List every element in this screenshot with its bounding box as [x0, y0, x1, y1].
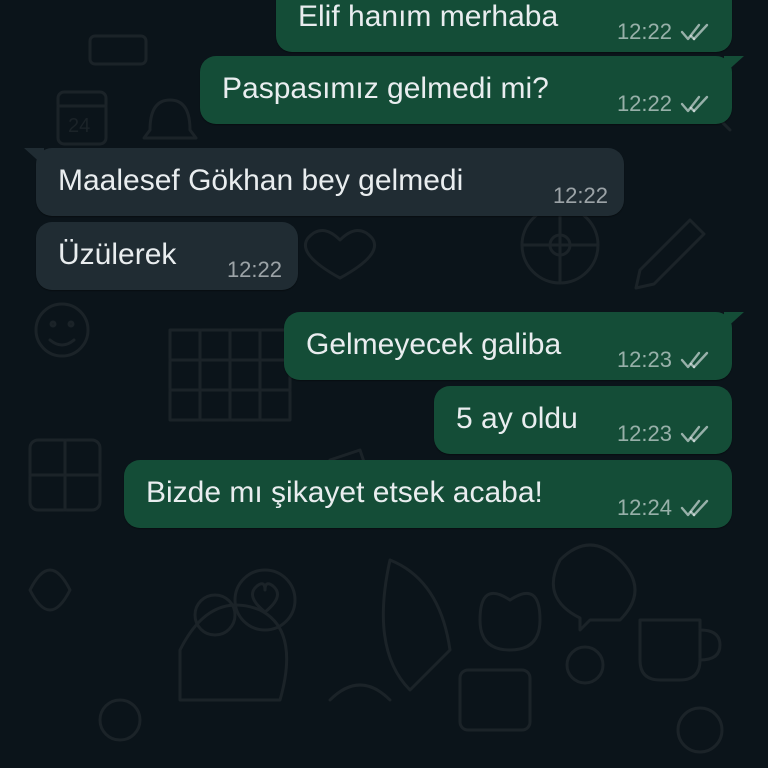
message-text: Paspasımız gelmedi mi?	[222, 72, 549, 105]
incoming-message[interactable]: Maalesef Gökhan bey gelmedi 12:22	[24, 148, 624, 216]
message-time: 12:22	[552, 183, 608, 208]
bubble-tail	[724, 312, 744, 330]
double-check-icon	[680, 22, 714, 42]
outgoing-message[interactable]: 5 ay oldu 12:23	[434, 386, 732, 454]
message-meta: 12:24	[617, 496, 714, 520]
message-meta: 12:22	[553, 184, 608, 208]
double-check-icon	[680, 350, 714, 370]
message-text: Üzülerek	[58, 238, 177, 271]
double-check-icon	[680, 94, 714, 114]
bubble-tail	[724, 56, 744, 74]
chat-message-list: Elif hanım merhaba 12:22 Paspasımız gelm…	[0, 0, 768, 768]
message-text: Bizde mı şikayet etsek acaba!	[146, 476, 543, 509]
double-check-icon	[680, 498, 714, 518]
outgoing-message[interactable]: Gelmeyecek galiba 12:23	[284, 312, 744, 380]
message-meta: 12:22	[617, 92, 714, 116]
incoming-message[interactable]: Üzülerek 12:22	[36, 222, 298, 290]
bubble-tail	[24, 148, 44, 166]
message-meta: 12:22	[617, 20, 714, 44]
message-time: 12:22	[616, 19, 672, 44]
double-check-icon	[680, 424, 714, 444]
message-meta: 12:23	[617, 348, 714, 372]
outgoing-message[interactable]: Paspasımız gelmedi mi? 12:22	[200, 56, 744, 124]
message-time: 12:22	[616, 91, 672, 116]
message-text: Maalesef Gökhan bey gelmedi	[58, 164, 464, 197]
message-text: Gelmeyecek galiba	[306, 328, 562, 361]
message-text: 5 ay oldu	[456, 402, 578, 435]
message-meta: 12:23	[617, 422, 714, 446]
message-text: Elif hanım merhaba	[298, 0, 559, 33]
message-time: 12:24	[616, 495, 672, 520]
message-time: 12:23	[616, 347, 672, 372]
message-meta: 12:22	[227, 258, 282, 282]
outgoing-message[interactable]: Bizde mı şikayet etsek acaba! 12:24	[124, 460, 732, 528]
outgoing-message[interactable]: Elif hanım merhaba 12:22	[276, 0, 732, 52]
message-time: 12:22	[226, 257, 282, 282]
message-time: 12:23	[616, 421, 672, 446]
